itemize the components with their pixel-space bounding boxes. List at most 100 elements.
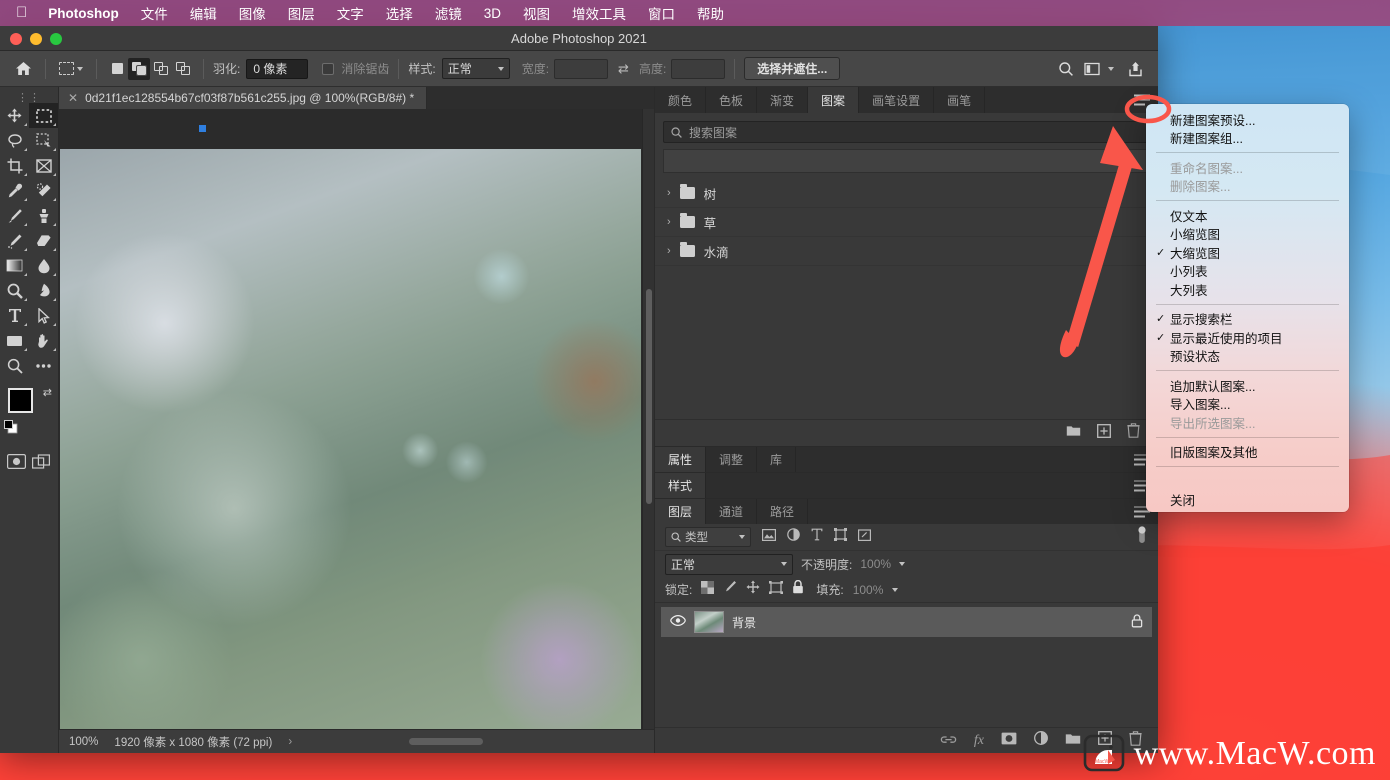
- menu-item-legacy-patterns[interactable]: 旧版图案及其他: [1146, 443, 1349, 462]
- menu-item-large-list[interactable]: 大列表: [1146, 280, 1349, 299]
- lasso-tool[interactable]: [0, 128, 29, 153]
- new-group-icon[interactable]: [1066, 424, 1081, 442]
- eyedropper-tool[interactable]: [0, 178, 29, 203]
- share-icon[interactable]: [1122, 57, 1148, 81]
- eye-icon[interactable]: [670, 614, 686, 629]
- smart-object-filter-icon[interactable]: [858, 528, 872, 546]
- adjustment-layer-icon[interactable]: [1034, 731, 1048, 750]
- swap-icon[interactable]: ⇄: [618, 61, 629, 77]
- foreground-color-swatch[interactable]: [8, 388, 33, 413]
- default-colors-icon[interactable]: [4, 420, 18, 439]
- tab-gradients[interactable]: 渐变: [757, 87, 809, 113]
- layer-mask-icon[interactable]: [1001, 732, 1017, 750]
- menu-item-small-list[interactable]: 小列表: [1146, 262, 1349, 281]
- chevron-right-icon[interactable]: ›: [288, 736, 292, 748]
- pattern-list[interactable]: › 树 › 草 › 水滴: [655, 179, 1158, 419]
- canvas-viewport[interactable]: [59, 109, 654, 729]
- zoom-level[interactable]: 100%: [69, 736, 98, 748]
- menu-item-new-pattern-preset[interactable]: 新建图案预设...: [1146, 110, 1349, 129]
- home-icon[interactable]: [10, 57, 36, 81]
- type-filter-icon[interactable]: [811, 528, 823, 546]
- chevron-down-icon[interactable]: [77, 66, 83, 71]
- lock-all-icon[interactable]: [792, 579, 804, 599]
- document-tabbar[interactable]: ✕ 0d21f1ec128554b67cf03f87b561c255.jpg @…: [59, 87, 654, 109]
- menu-item-show-search-bar[interactable]: ✓ 显示搜索栏: [1146, 310, 1349, 329]
- menubar-item-image[interactable]: 图像: [228, 3, 277, 23]
- tools-panel[interactable]: ⋮⋮ ⇄: [0, 87, 59, 753]
- menu-item-append-default-patterns[interactable]: 追加默认图案...: [1146, 376, 1349, 395]
- chevron-down-icon[interactable]: [892, 587, 899, 592]
- opacity-value[interactable]: 100%: [860, 557, 891, 571]
- adjustment-filter-icon[interactable]: [787, 528, 800, 546]
- style-select[interactable]: 正常: [441, 58, 510, 79]
- antialias-checkbox[interactable]: [322, 62, 335, 75]
- menu-item-close[interactable]: [1146, 472, 1349, 491]
- menu-item-large-thumbnail[interactable]: ✓ 大缩览图: [1146, 243, 1349, 262]
- patterns-panel-tabs[interactable]: 颜色 色板 渐变 图案 画笔设置 画笔: [655, 87, 1158, 113]
- menubar-item-photoshop[interactable]: Photoshop: [37, 3, 130, 23]
- chevron-down-icon[interactable]: [1108, 66, 1114, 71]
- selection-new-button[interactable]: [106, 58, 128, 80]
- layer-style-icon[interactable]: fx: [974, 733, 984, 749]
- pattern-search-input[interactable]: 搜索图案: [663, 121, 1150, 143]
- lock-image-icon[interactable]: [723, 580, 737, 599]
- menu-item-close-tab-group[interactable]: 关闭: [1146, 491, 1349, 510]
- scrollbar-thumb[interactable]: [408, 737, 483, 745]
- properties-panel-tabs[interactable]: 属性 调整 库: [655, 446, 1158, 472]
- clone-stamp-tool[interactable]: [29, 203, 58, 228]
- gradient-tool[interactable]: [0, 253, 29, 278]
- chevron-right-icon[interactable]: ›: [667, 187, 671, 199]
- more-tools[interactable]: [29, 353, 58, 378]
- tab-brush-settings[interactable]: 画笔设置: [859, 87, 935, 113]
- menubar-item-type[interactable]: 文字: [326, 3, 375, 23]
- window-controls[interactable]: [10, 33, 62, 45]
- tab-adjustments[interactable]: 调整: [706, 447, 758, 472]
- menubar-item-3d[interactable]: 3D: [473, 3, 512, 23]
- tool-preset-picker[interactable]: [55, 62, 87, 75]
- filter-toggle-icon[interactable]: [1136, 525, 1148, 550]
- link-layers-icon[interactable]: [940, 732, 957, 750]
- lock-icon[interactable]: [1131, 613, 1143, 631]
- recent-patterns-strip[interactable]: [663, 149, 1150, 173]
- canvas-vertical-scrollbar[interactable]: [642, 109, 654, 729]
- menu-item-new-pattern-group[interactable]: 新建图案组...: [1146, 129, 1349, 148]
- search-icon[interactable]: [1053, 57, 1079, 81]
- menubar-item-edit[interactable]: 编辑: [179, 3, 228, 23]
- tab-swatches[interactable]: 色板: [706, 87, 758, 113]
- workspace-icon[interactable]: [1079, 57, 1105, 81]
- lock-transparent-icon[interactable]: [701, 580, 715, 599]
- quick-selection-tool[interactable]: [29, 128, 58, 153]
- chevron-right-icon[interactable]: ›: [667, 245, 671, 257]
- move-tool[interactable]: [0, 103, 29, 128]
- apple-icon[interactable]: : [8, 5, 37, 22]
- layer-lock-bar[interactable]: 锁定: 填充: 100%: [655, 577, 1158, 603]
- feather-input[interactable]: 0 像素: [246, 58, 309, 79]
- canvas-image[interactable]: [60, 149, 641, 729]
- menubar-item-layer[interactable]: 图层: [277, 3, 326, 23]
- list-item[interactable]: › 树: [655, 179, 1158, 208]
- crop-tool[interactable]: [0, 153, 29, 178]
- selection-add-button[interactable]: [128, 57, 150, 80]
- frame-tool[interactable]: [29, 153, 58, 178]
- lock-position-icon[interactable]: [746, 580, 760, 599]
- menu-item-preset-state[interactable]: 预设状态: [1146, 347, 1349, 366]
- menu-item-text-only[interactable]: 仅文本: [1146, 206, 1349, 225]
- tab-brushes[interactable]: 画笔: [934, 87, 986, 113]
- new-pattern-icon[interactable]: [1097, 423, 1111, 443]
- height-input[interactable]: [671, 58, 726, 79]
- eraser-tool[interactable]: [29, 228, 58, 253]
- list-item[interactable]: › 草: [655, 208, 1158, 237]
- dodge-tool[interactable]: [0, 278, 29, 303]
- menubar-item-select[interactable]: 选择: [375, 3, 424, 23]
- menubar-item-file[interactable]: 文件: [130, 3, 179, 23]
- menu-item-show-recent-items[interactable]: ✓ 显示最近使用的项目: [1146, 328, 1349, 347]
- selection-subtract-button[interactable]: [150, 58, 172, 80]
- layers-panel-tabs[interactable]: 图层 通道 路径: [655, 498, 1158, 524]
- canvas-horizontal-scrollbar[interactable]: [308, 737, 644, 746]
- brush-tool[interactable]: [0, 203, 29, 228]
- panel-flyout-menu[interactable]: 新建图案预设... 新建图案组... 重命名图案... 删除图案... 仅文本 …: [1146, 104, 1349, 512]
- menubar-item-plugins[interactable]: 增效工具: [561, 3, 637, 23]
- type-tool[interactable]: [0, 303, 29, 328]
- menubar-item-window[interactable]: 窗口: [637, 3, 686, 23]
- chevron-down-icon[interactable]: [899, 562, 906, 566]
